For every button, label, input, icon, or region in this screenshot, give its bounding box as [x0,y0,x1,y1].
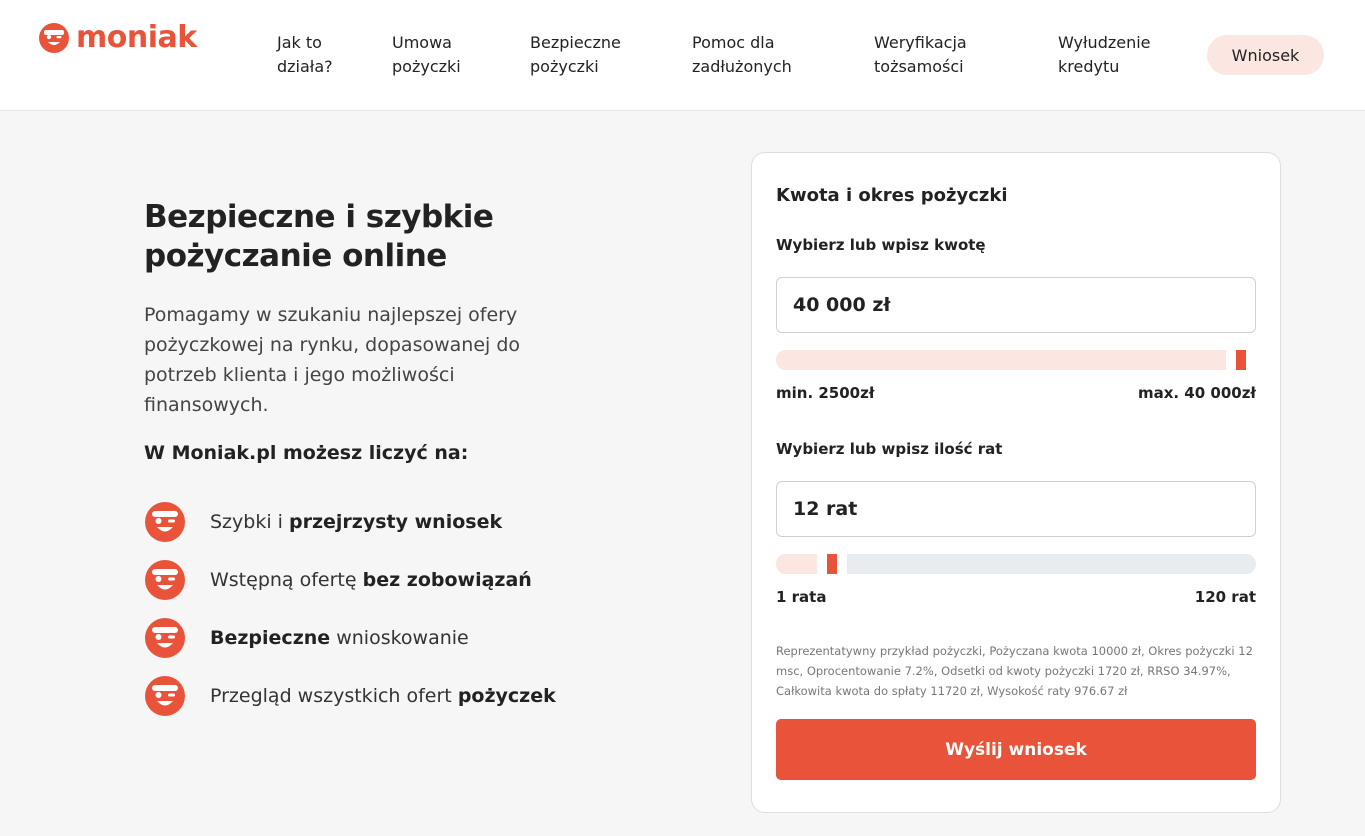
installments-max-label: 120 rat [1194,588,1256,606]
feature-text-bold: Bezpieczne [210,627,331,649]
card-title: Kwota i okres pożyczki [776,185,1008,206]
feature-item: Szybki i przejrzysty wniosek [144,501,502,543]
nav-item-loan-agreement[interactable]: Umowa pożyczki [392,31,461,79]
feature-text: Wstępną ofertę [210,569,363,591]
installments-input[interactable] [776,481,1256,537]
installments-min-label: 1 rata [776,588,827,606]
amount-max-label: max. 40 000zł [1137,384,1256,402]
smiley-face-icon [145,560,185,600]
installments-slider[interactable] [776,554,1256,574]
site-header: moniak Jak to działa? Umowa pożyczki Bez… [0,0,1365,111]
feature-item: Przegląd wszystkich ofert pożyczek [144,675,556,717]
feature-text-bold: pożyczek [457,685,556,707]
amount-input[interactable] [776,277,1256,333]
amount-slider-fill [776,350,1241,370]
hero-title: Bezpieczne i szybkie pożyczanie online [144,199,494,274]
feature-text: wnioskowanie [330,627,469,649]
submit-application-button[interactable]: Wyślij wniosek [776,719,1256,780]
representative-example-disclaimer: Reprezentatywny przykład pożyczki, Pożyc… [776,644,1253,698]
amount-slider-handle[interactable] [1226,350,1256,370]
feature-text: Szybki i [210,511,289,533]
logo[interactable]: moniak [38,22,197,54]
amount-label: Wybierz lub wpisz kwotę [776,236,986,254]
nav-item-safe-loans[interactable]: Bezpieczne pożyczki [530,31,621,79]
amount-min-label: min. 2500zł [776,384,875,402]
installments-slider-handle[interactable] [817,554,848,574]
nav-item-how-it-works[interactable]: Jak to działa? [277,31,333,79]
logo-text: moniak [76,20,197,55]
feature-item: Wstępną ofertę bez zobowiązań [144,559,532,601]
apply-button[interactable]: Wniosek [1207,35,1324,75]
nav-item-debt-help[interactable]: Pomoc dla zadłużonych [692,31,792,79]
amount-slider[interactable] [776,350,1256,370]
feature-text-bold: przejrzysty wniosek [288,511,503,533]
features-heading: W Moniak.pl możesz liczyć na: [144,442,469,464]
installments-label: Wybierz lub wpisz ilość rat [776,440,1003,458]
feature-text-bold: bez zobowiązań [362,569,532,591]
feature-text: Przegląd wszystkich ofert [210,685,458,707]
feature-item: Bezpieczne wnioskowanie [144,617,469,659]
smiley-face-icon [145,676,185,716]
nav-item-credit-fraud[interactable]: Wyłudzenie kredytu [1058,31,1151,79]
nav-item-identity-verification[interactable]: Weryfikacja tożsamości [874,31,967,79]
smiley-face-icon [39,23,69,53]
hero-description: Pomagamy w szukaniu najlepszej ofery poż… [144,304,521,416]
smiley-face-icon [145,618,185,658]
loan-calculator-card: Kwota i okres pożyczki Wybierz lub wpisz… [751,152,1281,813]
smiley-face-icon [145,502,185,542]
